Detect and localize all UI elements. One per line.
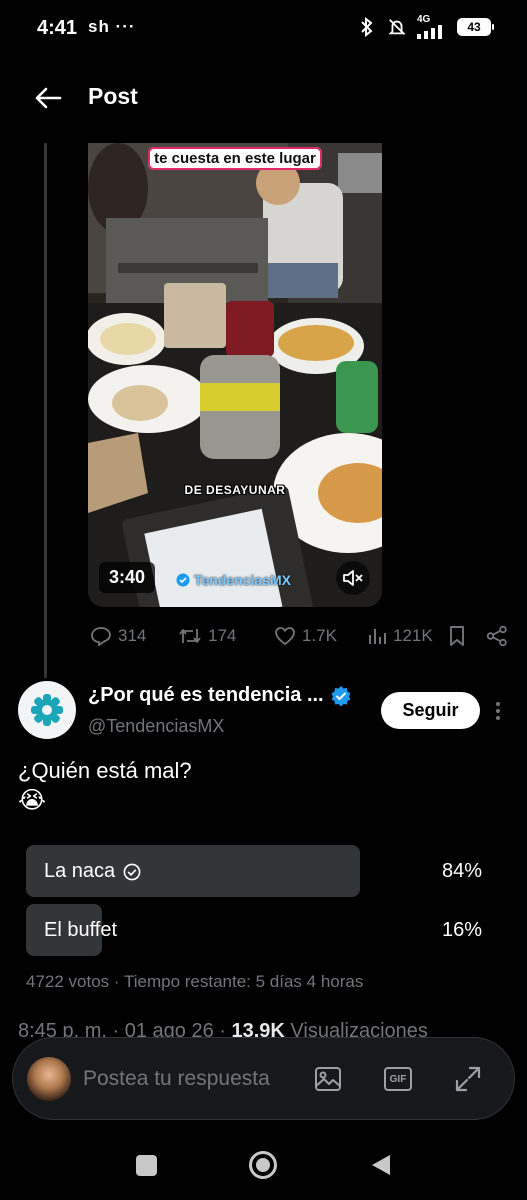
image-icon [315,1067,341,1091]
triangle-back-icon [372,1155,390,1175]
poll-option-percent: 84% [441,860,482,882]
video-duration: 3:40 [99,562,156,593]
account-handle[interactable]: @TendenciasMX [88,716,224,737]
video-caption-middle: DE DESAYUNAR [184,483,286,497]
status-bar: 4:41 sh ··· 4G 43 [0,0,527,58]
tweet-text: ¿Quién está mal? [18,758,192,783]
network-type: 4G [417,14,431,25]
reply-composer[interactable]: Postea tu respuesta GIF [12,1037,515,1120]
back-nav-button[interactable] [366,1150,396,1180]
video-watermark: TendenciasMX [176,572,291,588]
post-header: Post [0,58,527,138]
repost-button[interactable]: 174 [178,626,236,646]
dot [496,716,500,720]
avatar[interactable] [18,681,76,739]
user-avatar [27,1057,71,1101]
page-title: Post [88,83,138,109]
more-options-button[interactable] [488,696,508,726]
verified-badge-icon [331,685,351,706]
poll-option-label-wrap: La naca [44,860,141,883]
heart-icon [275,627,295,646]
system-nav-bar [0,1130,527,1200]
expand-icon [455,1066,481,1092]
caption-text: te cuesta en este lugar [148,147,322,170]
reply-icon [91,627,111,646]
bookmark-button[interactable] [448,625,466,647]
reply-count: 314 [118,626,147,645]
video-caption-top: te cuesta en este lugar [88,147,382,170]
thread-connector-line [44,143,47,678]
notification-icons: sh ··· [88,17,136,36]
dot [496,702,500,706]
repost-icon [179,629,201,643]
back-button[interactable] [28,78,68,118]
account-display-name: ¿Por qué es tendencia ... [88,684,324,706]
reply-button[interactable]: 314 [90,626,146,646]
analytics-icon [369,629,386,644]
poll-option-label: El buffet [44,919,118,941]
poll-meta: 4722 votos · Tiempo restante: 5 días 4 h… [26,972,364,991]
circle-icon [249,1151,277,1179]
muted-speaker-icon [343,570,363,586]
poll-option-percent: 16% [441,919,482,941]
crying-emoji: 😭 [18,787,47,814]
bluetooth-icon [357,15,377,39]
battery-indicator: 43 [457,18,494,36]
home-button[interactable] [248,1150,278,1180]
gif-icon: GIF [384,1067,412,1091]
signal-icon: 4G [417,15,447,39]
image-button[interactable] [313,1064,343,1094]
account-name[interactable]: ¿Por qué es tendencia ... [88,684,352,707]
reply-input[interactable]: Postea tu respuesta [83,1067,270,1091]
engagement-bar: 314 174 1.7K 121K [88,622,513,650]
recents-button[interactable] [131,1150,161,1180]
square-icon [135,1154,157,1176]
views-count: 121K [393,626,433,645]
like-count: 1.7K [302,626,337,645]
silent-icon [387,15,407,39]
bookmark-icon [450,626,464,646]
poll-option-label: La naca [44,860,116,882]
video-player[interactable]: te cuesta en este lugar DE DESAYUNAR 3:4… [88,143,382,607]
expand-button[interactable] [453,1064,483,1094]
verified-badge-icon [176,573,190,587]
repost-count: 174 [208,626,237,645]
share-button[interactable] [486,625,508,647]
check-circle-icon [123,863,141,880]
tweet-body: ¿Quién está mal? 😭 [18,756,192,816]
watermark-text: TendenciasMX [194,572,291,588]
video-frame-image [88,143,382,607]
views-button[interactable]: 121K [367,626,433,646]
status-time: 4:41 [37,17,78,39]
poll-option: La naca 84% [26,845,506,897]
mute-button[interactable] [336,561,370,595]
poll-option: El buffet 16% [26,904,506,956]
follow-button[interactable]: Seguir [381,692,480,729]
puzzle-logo-icon [31,694,63,726]
like-button[interactable]: 1.7K [274,626,337,646]
share-icon [486,625,507,647]
poll-option-label-wrap: El buffet [44,919,117,942]
arrow-left-icon [35,87,62,109]
dot [496,709,500,713]
gif-button[interactable]: GIF [383,1064,413,1094]
